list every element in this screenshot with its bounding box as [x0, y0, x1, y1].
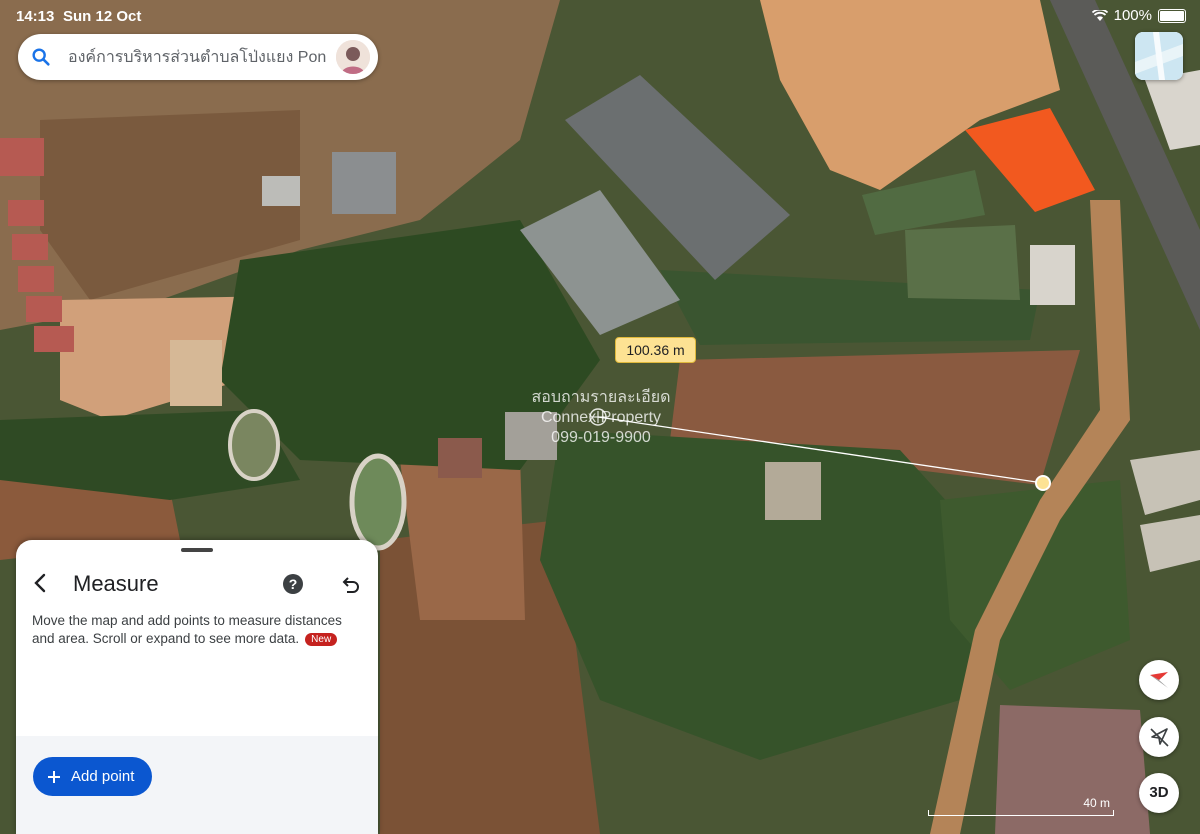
location-button[interactable]	[1139, 717, 1179, 757]
new-badge: New	[305, 632, 338, 646]
plus-icon	[48, 770, 60, 783]
panel-description: Move the map and add points to measure d…	[32, 612, 368, 647]
drag-handle[interactable]	[181, 548, 213, 552]
scale-label: 40 m	[1083, 796, 1110, 810]
add-point-button[interactable]: Add point	[33, 757, 152, 796]
battery-percent: 100%	[1113, 7, 1152, 24]
svg-text:?: ?	[289, 576, 298, 592]
wifi-icon	[1091, 9, 1108, 21]
undo-icon[interactable]	[339, 573, 361, 595]
compass-button[interactable]	[1139, 660, 1179, 700]
watermark-line-1: สอบถามรายละเอียด	[531, 389, 671, 406]
compass-icon	[1150, 672, 1168, 688]
status-time: 14:13	[16, 8, 55, 25]
scale-bar: 40 m	[928, 796, 1114, 818]
measure-point-end[interactable]	[1035, 475, 1051, 491]
battery-icon	[1158, 8, 1186, 23]
status-bar: 14:13 Sun 12 Oct 100%	[0, 0, 1200, 32]
watermark-line-2: Connex Property	[540, 409, 662, 426]
watermark: สอบถามรายละเอียด Connex Property 099-019…	[520, 388, 682, 448]
map-layers-icon	[1135, 32, 1183, 80]
search-icon[interactable]	[30, 46, 52, 68]
map-layers-button[interactable]	[1135, 32, 1183, 80]
status-date: Sun 12 Oct	[63, 8, 142, 25]
distance-label: 100.36 m	[615, 337, 696, 363]
watermark-line-3: 099-019-9900	[551, 429, 651, 446]
scale-bar-line	[928, 810, 1114, 816]
add-point-label: Add point	[71, 768, 135, 785]
location-off-icon	[1150, 728, 1169, 747]
measure-panel: Measure ? Move the map and add points to…	[16, 540, 378, 834]
back-icon[interactable]	[30, 572, 52, 594]
search-bar[interactable]: องค์การบริหารส่วนตำบลโป่งแยง Pong	[18, 34, 378, 80]
description-text: Move the map and add points to measure d…	[32, 613, 342, 646]
search-query[interactable]: องค์การบริหารส่วนตำบลโป่งแยง Pong	[68, 45, 326, 70]
help-icon[interactable]: ?	[282, 573, 304, 595]
panel-title: Measure	[73, 571, 159, 596]
status-indicators: 100%	[1091, 7, 1186, 24]
3d-button[interactable]: 3D	[1139, 773, 1179, 813]
avatar[interactable]	[336, 40, 370, 74]
